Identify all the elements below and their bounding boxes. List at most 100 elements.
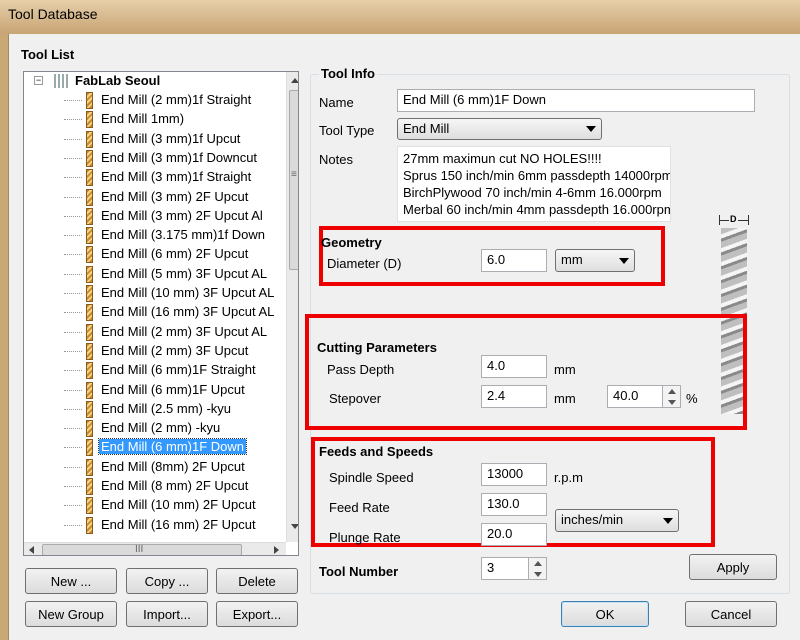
tree-item-label: End Mill (6 mm)1F Upcut <box>101 381 245 397</box>
tree-connector <box>64 119 82 121</box>
tool-type-select[interactable]: End Mill <box>397 118 602 140</box>
tree-item[interactable]: End Mill (3 mm) 2F Upcut <box>24 188 286 207</box>
tree-connector <box>64 293 82 294</box>
tool-tree[interactable]: − FabLab Seoul End Mill (2 mm)1f Straigh… <box>23 71 299 556</box>
title-bar[interactable]: Tool Database <box>0 0 800 34</box>
apply-button[interactable]: Apply <box>689 554 777 580</box>
tree-item[interactable]: End Mill (6 mm)1F Down <box>24 438 286 457</box>
tool-group-icon <box>54 74 68 88</box>
end-mill-icon <box>86 458 93 476</box>
tree-item[interactable]: End Mill (16 mm) 2F Upcut <box>24 516 286 535</box>
plunge-rate-input[interactable]: 20.0 <box>481 523 547 546</box>
pass-depth-input[interactable]: 4.0 <box>481 355 547 378</box>
geometry-label: Geometry <box>321 235 382 250</box>
tree-connector <box>64 273 82 275</box>
tree-item-label: End Mill (2.5 mm) -kyu <box>101 400 232 416</box>
end-mill-icon <box>86 362 93 380</box>
end-mill-icon <box>86 420 93 438</box>
horizontal-scroll-thumb[interactable]: III <box>42 544 242 555</box>
tree-horizontal-scrollbar[interactable]: III <box>24 542 286 555</box>
tree-connector <box>64 235 82 237</box>
diameter-input[interactable]: 6.0 <box>481 249 547 272</box>
tree-item[interactable]: End Mill (8mm) 2F Upcut <box>24 458 286 477</box>
tree-item[interactable]: End Mill (3.175 mm)1f Down <box>24 226 286 245</box>
tree-item[interactable]: End Mill (2 mm)1f Straight <box>24 91 286 110</box>
stepover-percent-spinner[interactable] <box>663 385 681 408</box>
end-mill-icon <box>86 130 93 148</box>
end-mill-icon <box>86 400 93 418</box>
vertical-scroll-thumb[interactable]: ≡ <box>289 90 298 270</box>
feed-rate-input[interactable]: 130.0 <box>481 493 547 516</box>
spin-down-icon[interactable] <box>529 569 546 580</box>
new-tool-button[interactable]: New ... <box>25 568 117 594</box>
scroll-down-icon[interactable] <box>291 524 298 529</box>
spin-down-icon[interactable] <box>663 397 680 408</box>
tree-vertical-scrollbar[interactable]: ≡ <box>286 72 298 542</box>
scroll-left-icon[interactable] <box>29 546 34 554</box>
tool-number-input[interactable]: 3 <box>481 557 529 580</box>
tree-root[interactable]: − FabLab Seoul <box>24 72 286 91</box>
copy-tool-button[interactable]: Copy ... <box>126 568 208 594</box>
tree-item[interactable]: End Mill (3 mm)1f Straight <box>24 168 286 187</box>
tree-connector <box>64 370 82 372</box>
dimension-tick-right <box>748 215 749 225</box>
pass-depth-unit: mm <box>554 362 576 377</box>
tree-item[interactable]: End Mill (2 mm) -kyu <box>24 419 286 438</box>
collapse-icon[interactable]: − <box>34 76 43 85</box>
end-mill-icon <box>86 439 93 457</box>
tree-item-label: End Mill 1mm) <box>101 111 185 127</box>
tree-item[interactable]: End Mill (3 mm)1f Downcut <box>24 149 286 168</box>
tree-item-label: End Mill (6 mm)1F Straight <box>101 362 256 378</box>
stepover-input[interactable]: 2.4 <box>481 385 547 408</box>
tree-connector <box>64 486 82 487</box>
tree-item-label: End Mill (8 mm) 2F Upcut <box>101 478 249 493</box>
end-mill-icon <box>86 516 93 534</box>
horizontal-thumb-grip: III <box>135 544 144 555</box>
scroll-right-icon[interactable] <box>274 546 279 554</box>
diameter-unit-select[interactable]: mm <box>555 249 635 272</box>
cancel-button[interactable]: Cancel <box>685 601 777 627</box>
tree-root-label: FabLab Seoul <box>75 73 161 88</box>
stepover-unit: mm <box>554 391 576 406</box>
tree-item[interactable]: End Mill 1mm) <box>24 110 286 129</box>
tree-item[interactable]: End Mill (2 mm) 3F Upcut <box>24 342 286 361</box>
tree-item[interactable]: End Mill (3 mm)1f Upcut <box>24 130 286 149</box>
tree-connector <box>64 331 82 333</box>
tree-item[interactable]: End Mill (2 mm) 3F Upcut AL <box>24 323 286 342</box>
scroll-up-icon[interactable] <box>291 78 298 83</box>
end-mill-icon <box>86 111 93 129</box>
end-mill-icon <box>86 188 93 206</box>
tree-item-label: End Mill (2 mm) 3F Upcut <box>101 342 249 358</box>
tree-item[interactable]: End Mill (8 mm) 2F Upcut <box>24 477 286 496</box>
ok-button[interactable]: OK <box>561 601 649 627</box>
rate-unit-select[interactable]: inches/min <box>555 509 679 532</box>
tree-item[interactable]: End Mill (5 mm) 3F Upcut AL <box>24 265 286 284</box>
tree-item[interactable]: End Mill (16 mm) 3F Upcut AL <box>24 303 286 322</box>
notes-textarea[interactable]: 27mm maximun cut NO HOLES!!!! Sprus 150 i… <box>397 146 671 222</box>
import-button[interactable]: Import... <box>126 601 208 627</box>
spin-up-icon[interactable] <box>663 386 680 397</box>
stepover-label: Stepover <box>329 391 382 406</box>
export-button[interactable]: Export... <box>216 601 298 627</box>
tool-number-spinner[interactable] <box>529 557 547 580</box>
tree-connector <box>64 389 82 391</box>
tree-item[interactable]: End Mill (3 mm) 2F Upcut Al <box>24 207 286 226</box>
notes-line: BirchPlywood 70 inch/min 4-6mm 16.000rpm <box>403 185 662 200</box>
tree-item-label: End Mill (3 mm)1f Downcut <box>101 149 258 165</box>
end-mill-icon <box>86 381 93 399</box>
end-mill-icon <box>86 207 93 225</box>
delete-tool-button[interactable]: Delete <box>216 568 298 594</box>
diameter-label: Diameter (D) <box>327 256 402 271</box>
tree-item[interactable]: End Mill (6 mm) 2F Upcut <box>24 245 286 264</box>
spindle-speed-unit: r.p.m <box>554 470 583 485</box>
tree-item[interactable]: End Mill (10 mm) 2F Upcut <box>24 496 286 515</box>
tree-item[interactable]: End Mill (6 mm)1F Straight <box>24 361 286 380</box>
name-input[interactable]: End Mill (6 mm)1F Down <box>397 89 755 112</box>
spindle-speed-input[interactable]: 13000 <box>481 463 547 486</box>
tree-item[interactable]: End Mill (6 mm)1F Upcut <box>24 381 286 400</box>
stepover-percent-input[interactable]: 40.0 <box>607 385 663 408</box>
tree-item[interactable]: End Mill (10 mm) 3F Upcut AL <box>24 284 286 303</box>
new-group-button[interactable]: New Group <box>25 601 117 627</box>
spin-up-icon[interactable] <box>529 558 546 569</box>
tree-item[interactable]: End Mill (2.5 mm) -kyu <box>24 400 286 419</box>
